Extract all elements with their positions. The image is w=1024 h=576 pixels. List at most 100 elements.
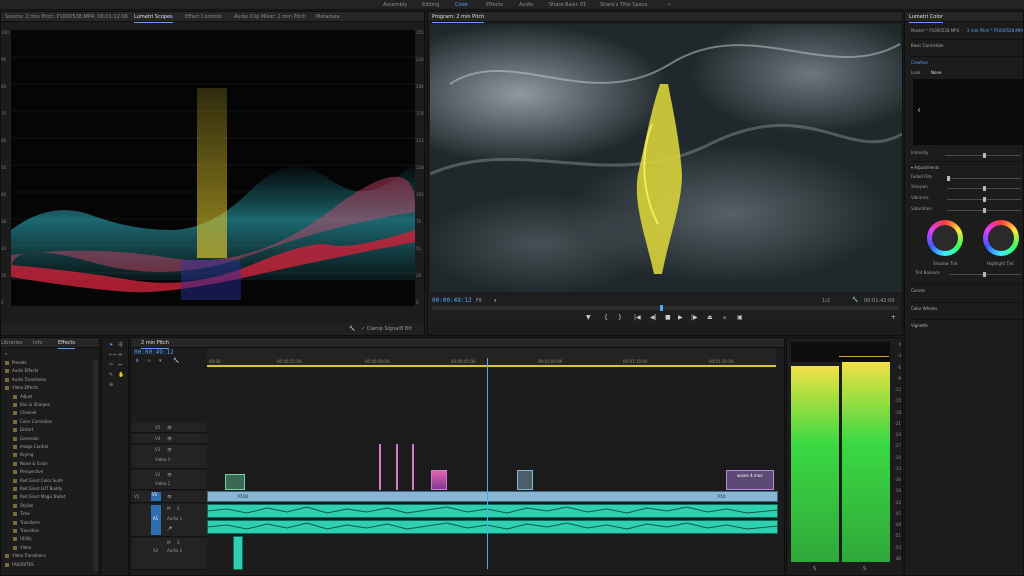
tab-lumetri-scopes[interactable]: Lumetri Scopes [134, 14, 173, 23]
look-preview[interactable]: ‹ [913, 79, 1023, 145]
rolling-edit-tool-icon[interactable]: ⇹ [118, 352, 122, 358]
track-area[interactable] [207, 369, 776, 571]
program-video-frame[interactable] [430, 24, 902, 292]
adjustments-section[interactable]: ▾ Adjustments [911, 161, 1023, 170]
clamp-signal-checkbox[interactable]: ✓ Clamp Signal [361, 326, 400, 332]
title-clip[interactable] [412, 444, 414, 490]
workspace-effects[interactable]: Effects [486, 2, 503, 8]
effects-tree-item[interactable]: Presets [5, 360, 27, 365]
program-timecode[interactable]: 00:00:49:12 [432, 297, 472, 304]
v1-clip-strip[interactable]: P100 P10 [207, 491, 778, 502]
master-clip-label[interactable]: Master * P1000528.MP4 [911, 28, 959, 33]
mark-in-icon[interactable]: { [604, 314, 608, 321]
workspace-color[interactable]: Color [455, 2, 468, 8]
bit-depth-select[interactable]: 8 Bit [400, 326, 412, 332]
effects-tree-item[interactable]: Red Giant Magic Bullet [13, 494, 65, 500]
look-select[interactable]: None [931, 70, 941, 75]
pen-tool-icon[interactable]: ✎ [109, 372, 113, 378]
effects-tree-item[interactable]: Audio Effects [5, 368, 38, 374]
work-area-bar[interactable] [207, 365, 776, 367]
effects-tree-item[interactable]: Red Giant LUT Buddy [13, 486, 62, 491]
workspace-editing[interactable]: Editing [422, 2, 439, 8]
extract-icon[interactable]: ⌅ [722, 314, 727, 321]
title-clip[interactable] [379, 444, 381, 490]
fit-select[interactable]: Fit [476, 298, 482, 304]
mic-icon[interactable]: 🎤 [167, 526, 172, 531]
eye-icon[interactable]: 👁 [167, 425, 172, 430]
add-marker-icon[interactable]: ▾ [159, 358, 162, 364]
snap-icon[interactable]: ⋔ [135, 358, 139, 364]
wrench-icon[interactable]: 🔧 [852, 297, 858, 303]
v2-clip[interactable] [517, 470, 533, 490]
effects-tree-item[interactable]: Stylize [13, 503, 33, 508]
tab-program[interactable]: Program: 2 min Pitch [432, 14, 485, 23]
eye-icon[interactable]: 👁 [167, 472, 172, 477]
tab-info[interactable]: Info [33, 340, 42, 346]
effects-tree-item[interactable]: Distort [13, 427, 34, 433]
creative-section[interactable]: Creative [911, 56, 1023, 65]
go-to-in-icon[interactable]: |◀ [634, 314, 641, 321]
effects-tree-item[interactable]: FAVORITES [5, 562, 34, 567]
effects-scrollbar[interactable] [93, 360, 98, 571]
linked-selection-icon[interactable]: ∞ [147, 358, 151, 364]
curves-section[interactable]: Curves [911, 284, 1023, 293]
intensity-slider[interactable] [945, 153, 1021, 158]
effects-tree-item[interactable]: Color Correction [13, 419, 52, 424]
basic-correction-section[interactable]: Basic Correction [911, 39, 1023, 48]
step-forward-icon[interactable]: |▶ [691, 314, 698, 321]
mark-out-icon[interactable]: } [618, 314, 622, 321]
effects-tree-item[interactable]: Utility [13, 536, 32, 542]
effects-tree-item[interactable]: Audio Transitions [5, 377, 46, 382]
effects-tree-item[interactable]: Video Transitions [5, 553, 46, 559]
ripple-edit-tool-icon[interactable]: ⟷ [109, 352, 116, 358]
solo-left-button[interactable]: S [813, 566, 816, 572]
effects-tree-item[interactable]: Noise & Grain [13, 461, 48, 466]
effects-tree-item[interactable]: Video [13, 545, 31, 550]
step-back-icon[interactable]: ◀| [650, 314, 657, 321]
add-button-icon[interactable]: + [891, 314, 896, 321]
program-scrubber[interactable] [432, 305, 898, 311]
v2-clip-waine[interactable]: waine 4.mov [726, 470, 774, 490]
lift-icon[interactable]: ⏏ [707, 314, 713, 321]
timeline-timecode[interactable]: 00:00:49:12 [134, 349, 174, 356]
effects-tree-item[interactable]: Red Giant Color Suite [13, 478, 63, 483]
solo-icon[interactable]: S [177, 506, 180, 511]
vibrance-slider[interactable] [947, 197, 1021, 202]
mute-icon[interactable]: M [167, 506, 170, 511]
workspace-assembly[interactable]: Assembly [383, 2, 407, 8]
export-frame-icon[interactable]: ▣ [737, 314, 743, 321]
tab-metadata[interactable]: Metadata [316, 14, 340, 20]
workspace-share-title[interactable]: Share's Title Space [600, 2, 648, 8]
timeline-playhead[interactable] [486, 358, 488, 569]
solo-right-button[interactable]: S [863, 566, 866, 572]
title-clip[interactable] [396, 444, 398, 490]
sequence-clip-label[interactable]: 2 min Pitch * P1000528.MP4 [967, 28, 1023, 33]
play-icon[interactable]: ▶ [678, 314, 683, 321]
marker-icon[interactable]: ▼ [586, 314, 591, 321]
workspace-share-basic[interactable]: Share Basic 01 [549, 2, 586, 8]
effects-tree-item[interactable]: Time [13, 511, 30, 517]
program-playhead[interactable] [660, 305, 664, 311]
effects-tree-item[interactable]: Blur & Sharpen [13, 402, 50, 407]
chevron-left-icon[interactable]: ‹ [917, 105, 921, 116]
tab-libraries[interactable]: Libraries [1, 340, 23, 346]
wrench-icon[interactable]: 🔧 [349, 326, 355, 332]
tab-effect-controls[interactable]: Effect Controls [185, 14, 222, 20]
zoom-tool-icon[interactable]: ⊕ [109, 382, 113, 388]
color-wheels-section[interactable]: Color Wheels [911, 302, 1023, 311]
razor-tool-icon[interactable]: ✂ [109, 362, 113, 368]
search-icon[interactable]: ⌕ [5, 351, 7, 356]
faded-film-slider[interactable] [947, 176, 1021, 181]
v2-clip[interactable] [431, 470, 447, 490]
tab-source[interactable]: Source: 2 min Pitch: P1000538.MP4: 00:01… [5, 14, 128, 20]
mute-icon[interactable]: M [167, 540, 170, 545]
effects-tree-item[interactable]: Keying [13, 452, 33, 458]
stop-icon[interactable]: ■ [665, 314, 671, 321]
double-chevron-right-icon[interactable]: » [668, 2, 671, 8]
tab-effects[interactable]: Effects [58, 340, 75, 349]
timeline-settings-icon[interactable]: 🔧 [173, 358, 179, 364]
resolution-select[interactable]: 1/2 [822, 298, 830, 304]
saturation-slider[interactable] [947, 208, 1021, 213]
slip-tool-icon[interactable]: ⇔ [118, 362, 122, 368]
effects-tree-item[interactable]: Adjust [13, 394, 33, 399]
